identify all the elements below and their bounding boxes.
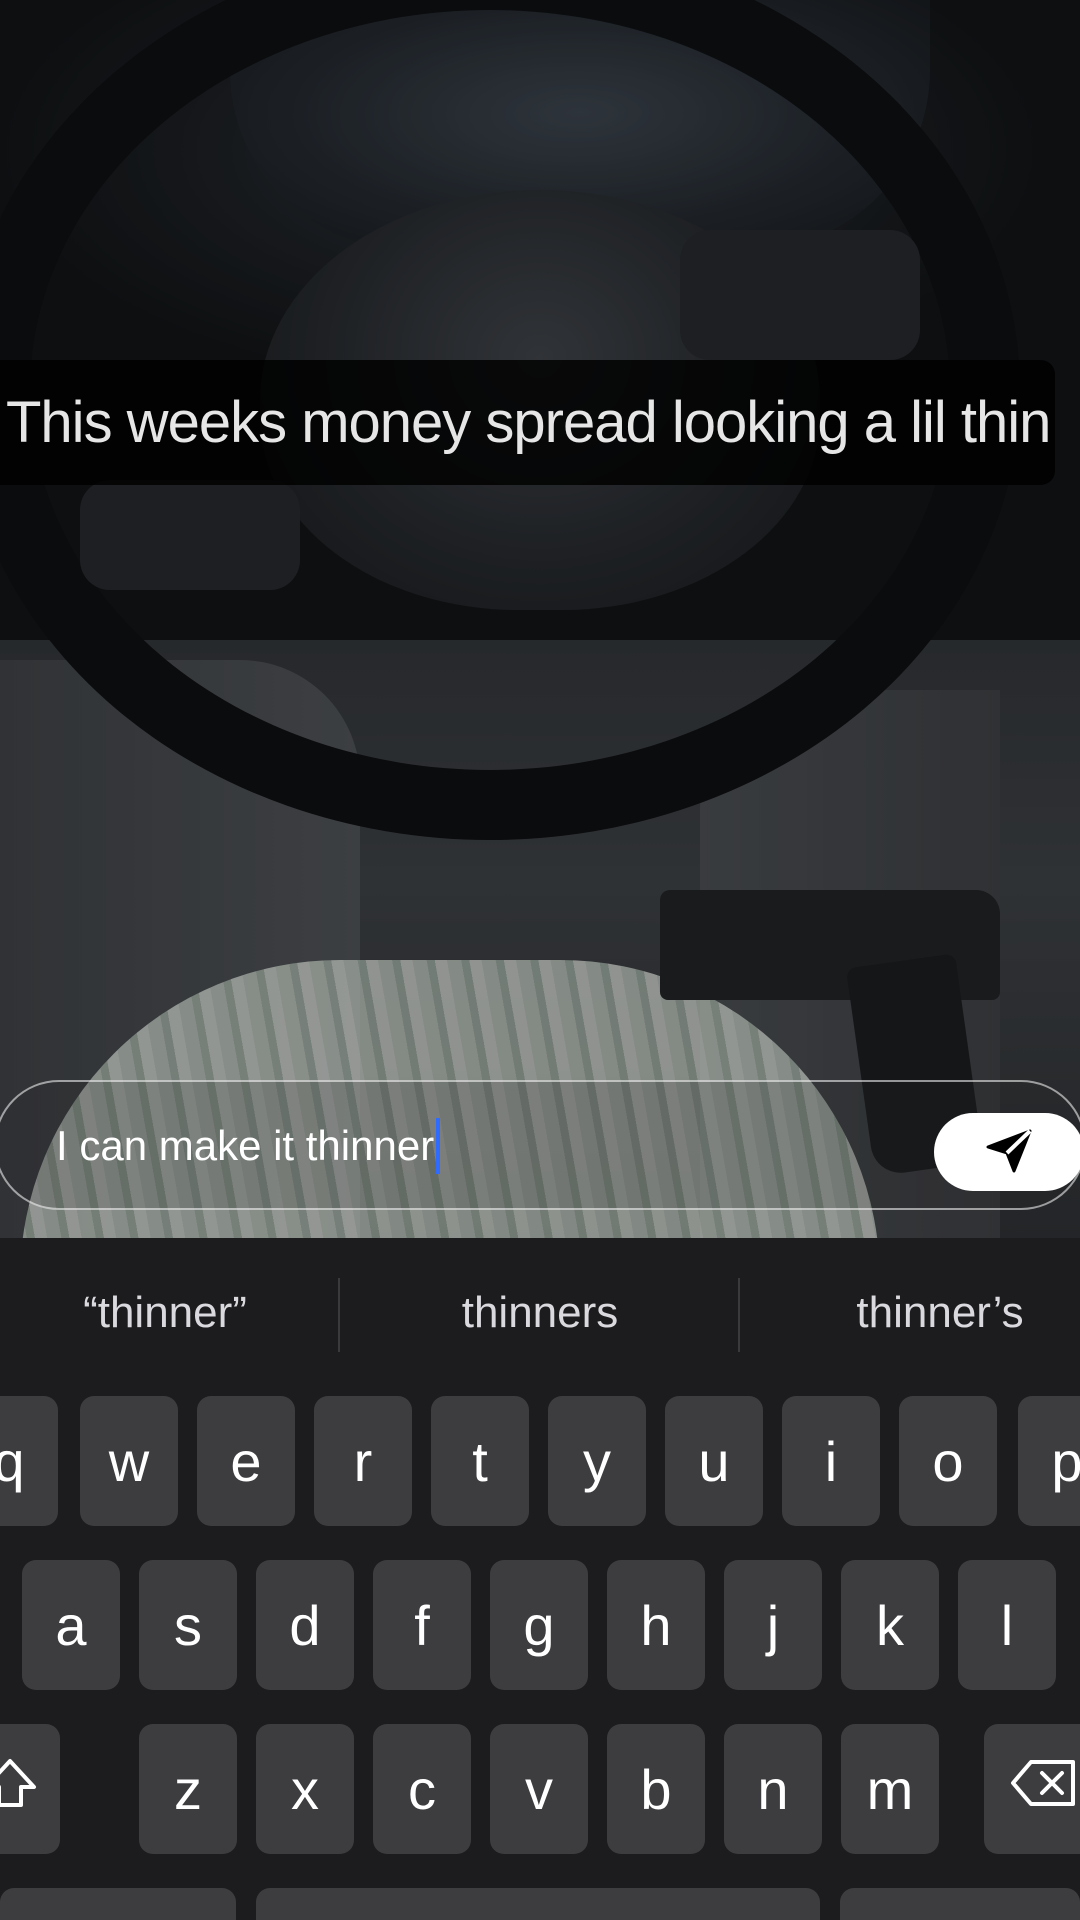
key-y[interactable]: y [548, 1396, 646, 1526]
key-w[interactable]: w [80, 1396, 178, 1526]
story-caption: This weeks money spread looking a lil th… [0, 360, 1055, 485]
backspace-icon [1009, 1756, 1079, 1823]
key-e[interactable]: e [197, 1396, 295, 1526]
shift-key[interactable] [0, 1724, 60, 1854]
key-t[interactable]: t [431, 1396, 529, 1526]
key-r[interactable]: r [314, 1396, 412, 1526]
photo-dim-overlay [0, 0, 1080, 1240]
text-caret [436, 1118, 441, 1174]
send-button[interactable] [934, 1113, 1080, 1191]
delete-key[interactable] [984, 1724, 1080, 1854]
key-a[interactable]: a [22, 1560, 120, 1690]
key-m[interactable]: m [841, 1724, 939, 1854]
key-z[interactable]: z [139, 1724, 237, 1854]
paper-plane-icon [984, 1125, 1034, 1180]
reply-input[interactable]: I can make it thinner [56, 1116, 441, 1176]
key-j[interactable]: j [724, 1560, 822, 1690]
key-p[interactable]: p [1018, 1396, 1080, 1526]
keyboard: “thinner” thinners thinner’s q w e r t y… [0, 1238, 1080, 1920]
key-u[interactable]: u [665, 1396, 763, 1526]
return-key[interactable] [840, 1888, 1080, 1920]
key-n[interactable]: n [724, 1724, 822, 1854]
key-g[interactable]: g [490, 1560, 588, 1690]
key-c[interactable]: c [373, 1724, 471, 1854]
suggestion-1[interactable]: “thinner” [0, 1288, 330, 1338]
suggestion-3[interactable]: thinner’s [750, 1288, 1080, 1338]
caption-text: This weeks money spread looking a lil th… [6, 390, 1051, 455]
key-x[interactable]: x [256, 1724, 354, 1854]
key-b[interactable]: b [607, 1724, 705, 1854]
key-o[interactable]: o [899, 1396, 997, 1526]
story-photo [0, 0, 1080, 1240]
space-key[interactable] [256, 1888, 820, 1920]
key-s[interactable]: s [139, 1560, 237, 1690]
story-reply-screen: This weeks money spread looking a lil th… [0, 0, 1080, 1920]
reply-input-value[interactable]: I can make it thinner [56, 1122, 434, 1170]
key-v[interactable]: v [490, 1724, 588, 1854]
key-i[interactable]: i [782, 1396, 880, 1526]
suggestion-divider [738, 1278, 740, 1352]
numbers-key[interactable] [0, 1888, 236, 1920]
shift-icon [0, 1753, 40, 1826]
key-h[interactable]: h [607, 1560, 705, 1690]
suggestion-2[interactable]: thinners [340, 1288, 740, 1338]
key-k[interactable]: k [841, 1560, 939, 1690]
key-l[interactable]: l [958, 1560, 1056, 1690]
key-q[interactable]: q [0, 1396, 58, 1526]
key-f[interactable]: f [373, 1560, 471, 1690]
key-d[interactable]: d [256, 1560, 354, 1690]
